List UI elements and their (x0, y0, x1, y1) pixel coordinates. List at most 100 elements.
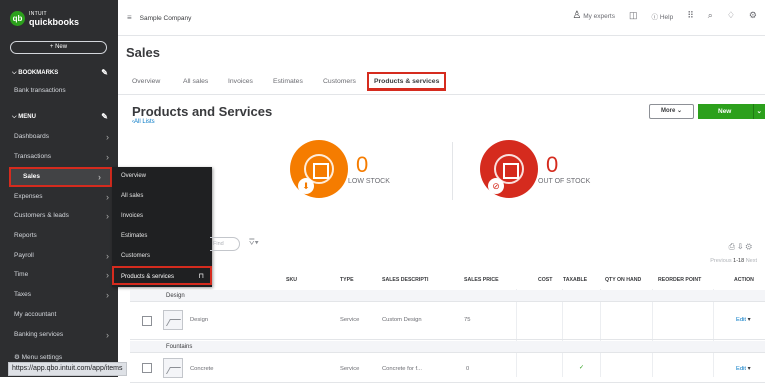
col-sales-price[interactable]: SALES PRICE (464, 277, 499, 283)
chevron-right-icon: › (106, 192, 109, 202)
apps-grid-icon[interactable]: ⠿ (687, 10, 694, 21)
pager-next[interactable]: Next (746, 258, 757, 264)
quickbooks-logo[interactable]: qb INTUIT quickbooks (10, 10, 79, 27)
item-name[interactable]: Design (190, 317, 208, 323)
all-lists-link[interactable]: ‹All Lists (132, 119, 155, 125)
menu-toggle-icon[interactable]: ≡ (127, 13, 132, 22)
submenu-item-invoices[interactable]: Invoices (112, 207, 212, 225)
status-bar-url: https://app.qbo.intuit.com/app/items (8, 362, 127, 376)
chevron-down-icon: ⌵ (12, 114, 17, 120)
pencil-icon[interactable]: ✎ (101, 110, 108, 124)
company-name[interactable]: ≡ Sample Company (127, 13, 191, 22)
print-icon[interactable]: ⎙ (729, 242, 738, 251)
bookmarks-header[interactable]: ⌵ BOOKMARKS ✎ (0, 66, 118, 80)
sidebar-item-taxes[interactable]: Taxes › (0, 287, 118, 303)
sidebar-item-payroll[interactable]: Payroll › (0, 248, 118, 264)
sidebar-new-button[interactable]: + New (10, 41, 107, 54)
gear-icon[interactable]: ⚙ (746, 242, 755, 251)
sidebar-item-banking-services[interactable]: Banking services › (0, 327, 118, 343)
bookmark-icon[interactable]: ⊓ (199, 268, 204, 286)
pencil-icon[interactable]: ✎ (101, 66, 108, 80)
sidebar-item-transactions[interactable]: Transactions › (0, 149, 118, 165)
sales-submenu: Overview All sales Invoices Estimates Cu… (112, 167, 212, 287)
edit-button[interactable]: Edit ▾ (736, 317, 751, 323)
sidebar-item-bank-transactions[interactable]: Bank transactions (0, 83, 118, 99)
sidebar-item-label: Taxes (14, 291, 31, 298)
item-type: Service (340, 366, 360, 372)
low-stock-indicator[interactable]: ⬇ 0 LOW STOCK (290, 140, 390, 198)
edit-button[interactable]: Edit ▾ (736, 366, 751, 372)
new-label: New (718, 108, 732, 115)
pager-range: 1-18 (733, 258, 745, 264)
sidebar-item-label: Customers & leads (14, 212, 69, 219)
caret-down-icon[interactable]: ▾ (748, 366, 751, 372)
sidebar-item-time[interactable]: Time › (0, 267, 118, 283)
chevron-down-icon[interactable]: ⌄ (752, 104, 762, 119)
col-reorder-point[interactable]: REORDER POINT (658, 277, 701, 283)
pager-previous[interactable]: Previous (710, 258, 731, 264)
col-cost[interactable]: COST (538, 277, 552, 283)
col-sku[interactable]: SKU (286, 277, 297, 283)
sidebar-item-label: My accountant (14, 311, 57, 318)
col-sales-description[interactable]: SALES DESCRIPTI (382, 277, 428, 283)
col-taxable[interactable]: TAXABLE (563, 277, 587, 283)
sidebar-item-expenses[interactable]: Expenses › (0, 189, 118, 205)
tab-estimates[interactable]: Estimates (273, 68, 303, 95)
search-input[interactable]: Find (210, 237, 240, 251)
filter-icon[interactable]: ⩢▾ (249, 237, 259, 248)
person-icon: ♙ (572, 10, 582, 21)
table-row[interactable]: Concrete Service Concrete for f... 0 ✓ E… (130, 353, 765, 383)
sidebar-item-customers-leads[interactable]: Customers & leads › (0, 208, 118, 224)
more-dropdown-button[interactable]: More ⌄ (649, 104, 694, 119)
more-label: More (660, 108, 676, 114)
chevron-down-icon: ⌵ (12, 70, 17, 76)
item-type: Service (340, 317, 360, 323)
submenu-item-products-services[interactable]: Products & services ⊓ (112, 266, 212, 285)
submenu-item-all-sales[interactable]: All sales (112, 187, 212, 205)
sidebar-item-label: Expenses (14, 193, 43, 200)
tab-overview[interactable]: Overview (132, 68, 160, 95)
sidebar-item-reports[interactable]: Reports (0, 228, 118, 244)
row-checkbox[interactable] (142, 316, 152, 326)
all-lists-label: All Lists (134, 119, 155, 125)
sidebar-item-dashboards[interactable]: Dashboards › (0, 129, 118, 145)
chevron-right-icon: › (106, 211, 109, 221)
group-header[interactable]: Design (130, 290, 765, 302)
announcements-icon[interactable]: ◫ (629, 10, 638, 21)
sidebar-item-label: Payroll (14, 252, 34, 259)
col-qty-on-hand[interactable]: QTY ON HAND (605, 277, 641, 283)
no-entry-icon: ⊘ (488, 178, 504, 194)
help-button[interactable]: ⓘ Help (652, 11, 674, 21)
item-name[interactable]: Concrete (190, 366, 214, 372)
my-experts-button[interactable]: ♙ My experts (572, 10, 615, 21)
search-icon[interactable]: ⌕ (708, 10, 713, 21)
gear-icon[interactable]: ⚙ (749, 10, 757, 21)
submenu-item-customers[interactable]: Customers (112, 247, 212, 265)
menu-header[interactable]: ⌵ MENU ✎ (0, 110, 118, 124)
notifications-bell-icon[interactable]: ♢ (727, 10, 735, 21)
sidebar-item-sales[interactable]: Sales › (9, 167, 112, 187)
chevron-right-icon: › (106, 152, 109, 162)
export-icon[interactable]: ⇩ (738, 242, 746, 251)
row-checkbox[interactable] (142, 363, 152, 373)
low-stock-circle: ⬇ (290, 140, 348, 198)
item-sales-price: 75 (464, 317, 471, 323)
caret-down-icon[interactable]: ▾ (748, 317, 751, 323)
chevron-right-icon: › (106, 270, 109, 280)
col-type[interactable]: TYPE (340, 277, 354, 283)
tab-customers[interactable]: Customers (323, 68, 356, 95)
sidebar-item-my-accountant[interactable]: My accountant (0, 307, 118, 323)
out-of-stock-indicator[interactable]: ⊘ 0 OUT OF STOCK (480, 140, 590, 198)
submenu-item-overview[interactable]: Overview (112, 167, 212, 185)
submenu-item-estimates[interactable]: Estimates (112, 227, 212, 245)
tab-invoices[interactable]: Invoices (228, 68, 253, 95)
group-header[interactable]: Fountains (130, 341, 765, 353)
tab-all-sales[interactable]: All sales (183, 68, 208, 95)
tab-products-services[interactable]: Products & services (367, 72, 447, 91)
top-bar: ≡ Sample Company ♙ My experts ◫ ⓘ Help ⠿ … (118, 0, 765, 36)
table-row[interactable]: Design Service Custom Design 75 Edit ▾ (130, 302, 765, 340)
arrow-down-icon: ⬇ (298, 178, 314, 194)
new-item-button[interactable]: New ⌄ (698, 104, 765, 119)
products-services-title: Products and Services (132, 104, 273, 119)
chevron-right-icon: › (106, 132, 109, 142)
